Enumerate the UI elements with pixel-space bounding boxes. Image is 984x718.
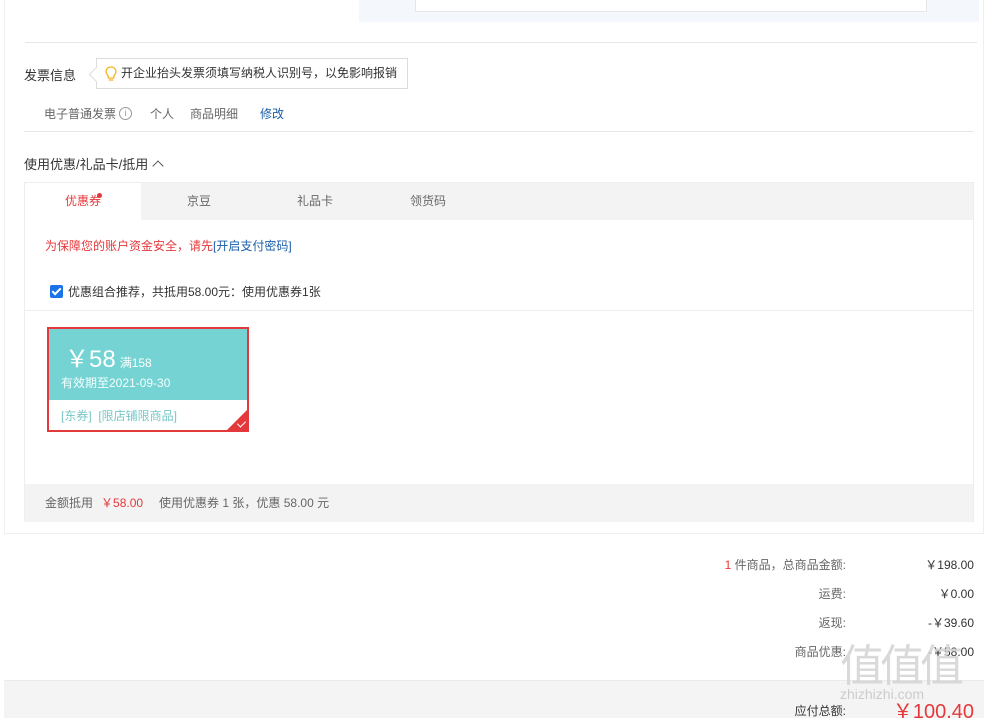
discount-value: -￥58.00 (927, 645, 974, 659)
divider (24, 131, 974, 132)
coupon-condition: 满158 (119, 356, 152, 370)
goods-label: 1 件商品，总商品金额: (725, 556, 846, 573)
coupon-tabbar: 优惠券 京豆 礼品卡 领货码 (25, 183, 973, 220)
invoice-details: 电子普通发票 i 个人 商品明细 修改 (44, 105, 284, 122)
invoice-title: 发票信息 (24, 68, 77, 83)
tab-label: 优惠券 (64, 194, 101, 208)
summary-detail: 使用优惠券 1 张，优惠 58.00 元 (159, 496, 330, 510)
coupon-tags: [东券] [限店铺限商品] (61, 407, 177, 424)
tab-label: 京豆 (186, 194, 211, 208)
coupon-card[interactable]: ￥58 满158 有效期至2021-09-30 [东券] [限店铺限商品] (47, 327, 249, 432)
tab-gift-card[interactable]: 礼品卡 (257, 183, 373, 220)
invoice-content: 商品明细 (190, 107, 239, 121)
freight-value: ￥0.00 (938, 587, 974, 601)
security-warning: 为保障您的账户资金安全，请先[开启支付密码] (45, 237, 292, 254)
coupon-summary: 金额抵用 ￥58.00 使用优惠券 1 张，优惠 58.00 元 (25, 484, 973, 522)
invoice-holder: 个人 (150, 107, 175, 121)
coupon-tag: [限店铺限商品] (98, 409, 178, 423)
coupon-tag: [东券] (61, 409, 92, 423)
combo-checkbox[interactable] (50, 285, 63, 299)
combo-label: 优惠组合推荐，共抵用58.00元：使用优惠券1张 (68, 285, 321, 299)
notification-dot (97, 193, 102, 198)
total-row-freight: 运费: ￥0.00 (600, 585, 974, 605)
total-row-goods: 1 件商品，总商品金额: ￥198.00 (600, 556, 974, 576)
enable-pay-password-link[interactable]: [开启支付密码] (213, 239, 292, 253)
tab-label: 领货码 (409, 194, 446, 208)
previous-section-box (415, 0, 927, 12)
payable-label: 应付总额: (794, 704, 846, 718)
info-icon[interactable]: i (119, 107, 133, 120)
lightbulb-icon (105, 66, 117, 81)
total-row-cashback: 返现: -￥39.60 (600, 614, 974, 634)
combo-recommend: 优惠组合推荐，共抵用58.00元：使用优惠券1张 (50, 283, 321, 300)
item-count: 1 (724, 558, 732, 572)
summary-amount: ￥58.00 (101, 496, 144, 510)
cashback-label: 返现: (818, 616, 846, 630)
invoice-tip-text: 开企业抬头发票须填写纳税人识别号，以免影响报销 (121, 66, 398, 80)
coupon-validity: 有效期至2021-09-30 (61, 376, 171, 390)
freight-label: 运费: (818, 587, 846, 601)
invoice-tip: 开企业抬头发票须填写纳税人识别号，以免影响报销 (96, 58, 409, 89)
divider (25, 42, 977, 43)
tab-coupon[interactable]: 优惠券 (25, 183, 141, 220)
tab-label: 礼品卡 (296, 194, 333, 208)
coupon-section-toggle[interactable]: 使用优惠/礼品卡/抵用 (24, 154, 164, 173)
coupon-amount: ￥58 (65, 346, 116, 373)
divider (25, 310, 973, 311)
summary-label: 金额抵用 (45, 496, 94, 510)
previous-section-strip (29, 0, 979, 22)
tab-jingdou[interactable]: 京豆 (141, 183, 257, 220)
coupon-price: ￥58 满158 (65, 339, 152, 374)
goods-label-text: 件商品，总商品金额: (734, 558, 846, 572)
coupon-section-title: 使用优惠/礼品卡/抵用 (24, 157, 149, 172)
invoice-type: 电子普通发票 (44, 107, 117, 121)
payable-bar: 应付总额: ￥100.40 (4, 680, 984, 718)
chevron-up-icon (152, 160, 164, 172)
security-warning-text: 为保障您的账户资金安全，请先 (45, 239, 214, 253)
coupon-face: ￥58 满158 有效期至2021-09-30 (49, 329, 247, 400)
cashback-value: -￥39.60 (927, 616, 974, 630)
discount-label: 商品优惠: (794, 645, 846, 659)
tab-redeem-code[interactable]: 领货码 (370, 183, 486, 220)
coupon-panel: 优惠券 京豆 礼品卡 领货码 为保障您的账户资金安全，请先[开启支付密码] 优惠… (24, 182, 974, 522)
goods-value: ￥198.00 (925, 558, 974, 572)
payable-amount: ￥100.40 (892, 701, 974, 718)
invoice-edit-link[interactable]: 修改 (260, 105, 284, 122)
total-row-discount: 商品优惠: -￥58.00 (600, 643, 974, 663)
